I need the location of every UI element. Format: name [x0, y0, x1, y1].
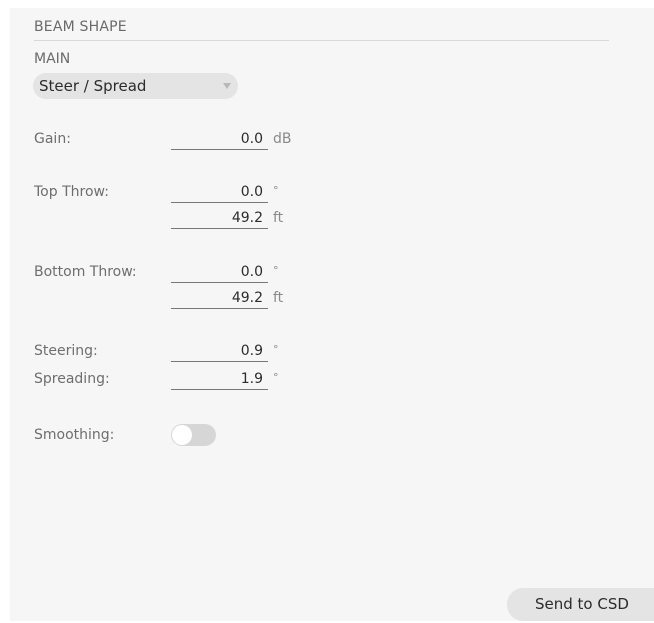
gain-input[interactable]: 0.0: [171, 128, 268, 150]
feet-unit: ft: [273, 290, 284, 306]
mode-select[interactable]: Steer / Spread: [33, 73, 238, 99]
degree-unit: °: [273, 264, 279, 277]
degree-unit: °: [273, 343, 279, 356]
feet-unit: ft: [273, 210, 284, 226]
top-throw-angle-input[interactable]: 0.0: [171, 181, 268, 203]
bottom-throw-angle-input[interactable]: 0.0: [171, 261, 268, 283]
gain-label: Gain:: [34, 131, 71, 147]
chevron-down-icon: [223, 83, 231, 89]
top-throw-distance-input[interactable]: 49.2: [171, 207, 268, 229]
toggle-knob: [172, 425, 192, 445]
degree-unit: °: [273, 184, 279, 197]
spreading-label: Spreading:: [34, 371, 110, 387]
beam-shape-panel: BEAM SHAPE MAIN Steer / Spread Gain: 0.0…: [10, 8, 654, 621]
gain-unit: dB: [273, 131, 292, 147]
degree-unit: °: [273, 371, 279, 384]
group-label: MAIN: [34, 51, 71, 67]
smoothing-toggle[interactable]: [171, 424, 216, 446]
top-throw-label: Top Throw:: [34, 184, 109, 200]
steering-input[interactable]: 0.9: [171, 340, 268, 362]
smoothing-label: Smoothing:: [34, 427, 115, 443]
steering-label: Steering:: [34, 343, 98, 359]
section-title: BEAM SHAPE: [34, 19, 127, 35]
bottom-throw-label: Bottom Throw:: [34, 264, 137, 280]
spreading-input[interactable]: 1.9: [171, 368, 268, 390]
mode-select-value: Steer / Spread: [39, 77, 147, 95]
bottom-throw-distance-input[interactable]: 49.2: [171, 287, 268, 309]
send-to-csd-button[interactable]: Send to CSD: [507, 588, 654, 621]
section-divider: [34, 40, 609, 41]
